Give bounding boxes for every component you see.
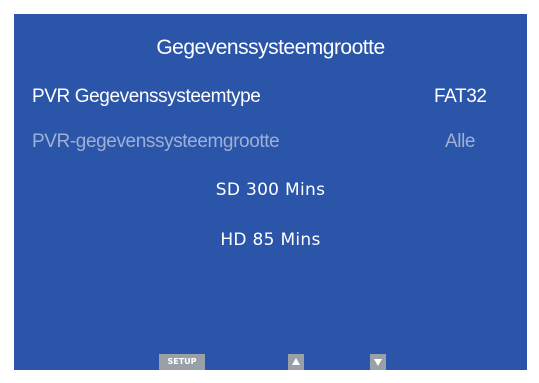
menu-row-value: FAT32 — [434, 86, 487, 107]
up-key-button[interactable] — [288, 354, 304, 370]
menu-title: Gegevenssysteemgrootte — [156, 36, 385, 59]
up-arrow-icon — [292, 358, 300, 365]
menu-row-label: PVR-gegevenssysteemgrootte — [32, 131, 280, 152]
down-key-button[interactable] — [370, 354, 386, 370]
menu-row-label: PVR Gegevenssysteemtype — [32, 86, 261, 107]
hd-recording-capacity: HD 85 Mins — [220, 230, 321, 250]
osd-menu-screen: Gegevenssysteemgrootte PVR Gegevenssyste… — [14, 14, 527, 370]
setup-key-button[interactable]: SETUP — [159, 354, 205, 370]
sd-recording-capacity: SD 300 Mins — [215, 180, 326, 200]
remote-key-hints: SETUP — [14, 354, 527, 370]
menu-row-value: Alle — [445, 131, 476, 152]
down-arrow-icon — [374, 359, 382, 366]
